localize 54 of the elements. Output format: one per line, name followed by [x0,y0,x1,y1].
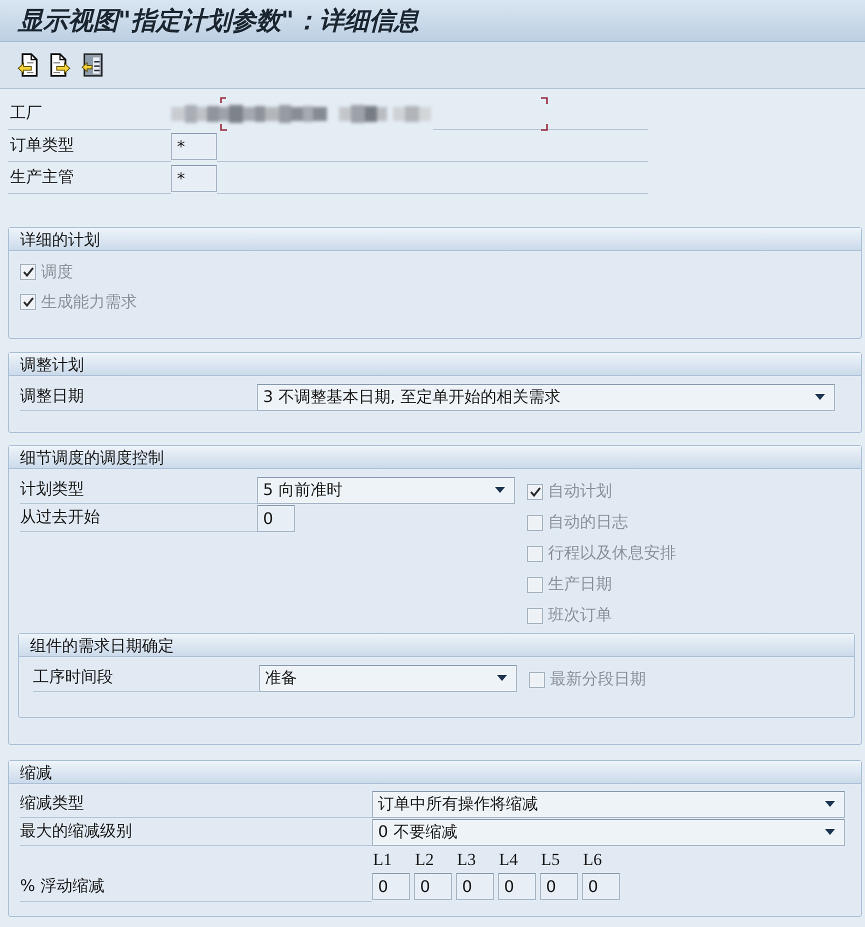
checkbox-label: 自动的日志 [548,512,628,533]
input-field[interactable]: 0 [372,873,410,900]
field-label: 缩减类型 [20,790,372,818]
caret-icon [815,394,825,400]
field-label: 最大的缩减级别 [20,818,372,846]
group-header: 调整计划 [9,353,861,376]
group-header: 细节调度的调度控制 [9,446,861,469]
input-field[interactable]: 0 [498,873,536,900]
caret-icon [825,801,835,807]
checkbox-label: 生产日期 [548,574,612,595]
level-heading: L5 [540,848,560,870]
caret-icon [825,829,835,835]
caret-icon [495,487,505,493]
checkbox-label: 行程以及休息安排 [548,543,676,564]
caret-icon [497,675,507,681]
previous-entry-button[interactable] [17,53,39,77]
input-field[interactable]: 0 [414,873,452,900]
checkmark-icon [530,486,540,496]
document-right-arrow-icon [49,53,71,77]
window-title: 显示视图"指定计划参数"：详细信息 [18,5,420,37]
field-label: 计划类型 [20,476,257,504]
input-field[interactable]: * [171,164,217,192]
field-label: 从过去开始 [20,504,257,532]
input-field[interactable]: 0 [540,873,578,900]
field-label: % 浮动缩减 [20,871,372,902]
checkbox-label: 调度 [41,262,73,282]
other-entry-button[interactable] [81,53,103,77]
dropdown-field[interactable]: 准备 [259,664,517,692]
checkmark-icon [22,267,34,277]
document-left-arrow-icon [17,53,39,77]
level-heading: L4 [498,848,518,870]
checkbox-label: 生成能力需求 [41,292,137,312]
checkmark-icon [22,297,34,307]
group-header: 组件的需求日期确定 [19,634,854,657]
checkbox-label: 最新分段日期 [550,669,646,690]
dropdown-field[interactable]: 3 不调整基本日期, 至定单开始的相关需求 [257,384,835,410]
group-header: 缩减 [9,761,861,784]
level-heading: L3 [456,848,476,870]
dropdown-field[interactable]: 0 不要缩减 [372,818,845,846]
level-heading: L2 [414,848,434,870]
checkbox-label: 自动计划 [548,481,612,502]
input-field[interactable]: 0 [582,873,620,900]
field-label: 工厂 [8,98,171,130]
input-field[interactable]: 0 [257,504,295,532]
field-label: 调整日期 [20,383,257,411]
input-field[interactable]: * [171,132,217,160]
checkbox-label: 班次订单 [548,605,612,626]
next-entry-button[interactable] [49,53,71,77]
level-heading: L1 [372,848,392,870]
level-heading: L6 [582,848,602,870]
group-header: 详细的计划 [9,228,861,251]
dropdown-field[interactable]: 订单中所有操作将缩减 [372,790,845,818]
input-field[interactable]: 0 [456,873,494,900]
dropdown-field[interactable]: 5 向前准时 [257,476,515,504]
